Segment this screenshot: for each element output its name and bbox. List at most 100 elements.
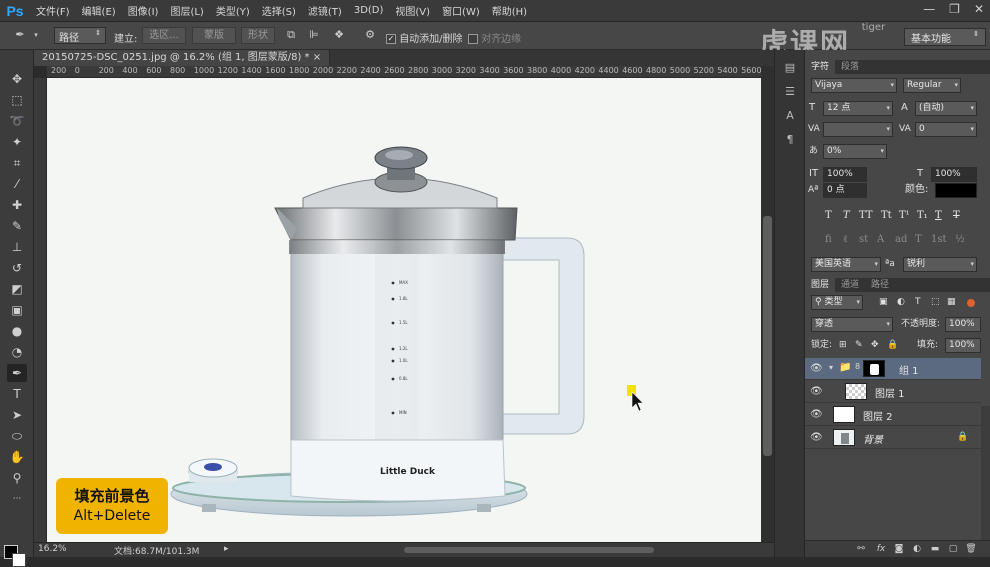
layer-thumbnail[interactable]	[845, 383, 867, 400]
close-tab-icon[interactable]: ×	[313, 52, 321, 63]
layer-row-background[interactable]: 👁 背景 🔒	[805, 427, 981, 449]
background-color-swatch[interactable]	[12, 553, 26, 567]
character-panel-icon[interactable]: A	[782, 108, 798, 124]
lock-pixels-icon[interactable]: ✎	[855, 338, 863, 352]
text-color-swatch[interactable]	[935, 183, 977, 198]
filter-type-icon[interactable]: T	[915, 295, 921, 309]
lock-transparent-icon[interactable]: ⊞	[839, 338, 847, 352]
lasso-tool-icon[interactable]: ➰	[7, 112, 27, 130]
status-menu-icon[interactable]: ▸	[224, 544, 229, 554]
make-shape-button[interactable]: 形状	[241, 27, 275, 44]
make-selection-button[interactable]: 选区...	[142, 27, 186, 44]
menu-type[interactable]: 类型(Y)	[210, 3, 256, 18]
chevron-down-icon[interactable]: ▾	[30, 29, 42, 41]
layers-scrollbar[interactable]	[981, 406, 990, 540]
align-edges-checkbox[interactable]	[468, 34, 478, 44]
faux-bold-button[interactable]: T	[825, 210, 832, 221]
filter-pixel-icon[interactable]: ▣	[879, 295, 888, 309]
tab-paragraph[interactable]: 段落	[835, 60, 865, 74]
layer-thumbnail[interactable]	[833, 429, 855, 446]
menu-3d[interactable]: 3D(D)	[348, 5, 390, 16]
faux-italic-button[interactable]: T	[843, 210, 850, 221]
chain-icon[interactable]: 8	[855, 362, 860, 371]
layer-row-layer-2[interactable]: 👁 图层 2	[805, 404, 981, 426]
vertical-scroll-thumb[interactable]	[763, 216, 772, 456]
menu-filter[interactable]: 滤镜(T)	[302, 3, 348, 18]
lock-all-icon[interactable]: 🔒	[887, 338, 898, 352]
healing-brush-tool-icon[interactable]: ✚	[7, 196, 27, 214]
language-dropdown[interactable]: 美国英语 ▾	[811, 257, 881, 272]
horizontal-scale-field[interactable]: 100%	[931, 167, 977, 182]
tab-character[interactable]: 字符	[805, 60, 836, 74]
vertical-scale-field[interactable]: 100%	[823, 167, 867, 182]
trash-icon[interactable]: 🗑	[965, 543, 977, 555]
filter-adjustment-icon[interactable]: ◐	[897, 295, 905, 309]
pen-tool-preset-icon[interactable]: ✒	[14, 29, 26, 41]
all-caps-button[interactable]: TT	[859, 210, 873, 221]
filter-shape-icon[interactable]: ⬚	[931, 295, 940, 309]
font-family-field[interactable]: Vijaya ▾	[811, 78, 897, 93]
titling-alternates-button[interactable]: T	[915, 234, 922, 245]
layer-mask-thumbnail[interactable]	[863, 360, 885, 377]
menu-layer[interactable]: 图层(L)	[164, 3, 209, 18]
clone-stamp-tool-icon[interactable]: ⊥	[7, 238, 27, 256]
layer-row-layer-1[interactable]: 👁 图层 1	[805, 381, 981, 403]
align-edges-option[interactable]: 对齐边缘	[468, 30, 521, 45]
auto-add-delete-option[interactable]: ✓ 自动添加/删除	[386, 30, 463, 45]
stylistic-alternates-button[interactable]: ad	[895, 234, 907, 245]
chevron-down-icon[interactable]: ▾	[829, 363, 833, 372]
tab-channels[interactable]: 通道	[835, 278, 865, 292]
menu-file[interactable]: 文件(F)	[30, 3, 76, 18]
history-panel-icon[interactable]: ▤	[782, 60, 798, 76]
subscript-button[interactable]: T₁	[917, 210, 928, 221]
layer-style-icon[interactable]: fx	[875, 543, 887, 555]
leading-field[interactable]: (自动) ▾	[915, 101, 977, 116]
path-arrangement-icon[interactable]: ❖	[333, 29, 345, 41]
ordinals-button[interactable]: 1st	[931, 234, 947, 245]
old-style-button[interactable]: ℓ	[843, 234, 848, 245]
layer-row-group-1[interactable]: 👁 ▾ 📁 8 组 1	[805, 358, 981, 380]
tab-layers[interactable]: 图层	[805, 278, 836, 292]
brush-tool-icon[interactable]: ✎	[7, 217, 27, 235]
layer-filter-dropdown[interactable]: ⚲ 类型 ▾	[811, 295, 863, 310]
superscript-button[interactable]: T¹	[899, 210, 910, 221]
eye-icon[interactable]: 👁	[810, 386, 823, 398]
horizontal-scroll-thumb[interactable]	[404, 547, 654, 553]
hand-tool-icon[interactable]: ✋	[7, 448, 27, 466]
font-style-field[interactable]: Regular ▾	[903, 78, 961, 93]
eye-icon[interactable]: 👁	[810, 363, 823, 375]
adjustment-layer-icon[interactable]: ◐	[911, 543, 923, 555]
paragraph-panel-icon[interactable]: ¶	[782, 132, 798, 148]
fill-field[interactable]: 100%	[945, 338, 981, 353]
tool-mode-dropdown[interactable]: 路径 ⇕	[54, 27, 106, 44]
layer-thumbnail[interactable]	[833, 406, 855, 423]
zoom-tool-icon[interactable]: ⚲	[7, 469, 27, 487]
document-tab[interactable]: 20150725-DSC_0251.jpg @ 16.2% (组 1, 图层蒙版…	[34, 50, 331, 66]
menu-select[interactable]: 选择(S)	[256, 3, 302, 18]
blend-mode-dropdown[interactable]: 穿透 ▾	[811, 317, 893, 332]
image-canvas[interactable]: MAX 1.8L 1.5L 1.2L 1.0L 0.8L MIN Little …	[47, 78, 761, 542]
new-group-icon[interactable]: ▬	[929, 543, 941, 555]
more-tools-icon[interactable]: ···	[7, 490, 27, 508]
path-selection-tool-icon[interactable]: ➤	[7, 406, 27, 424]
close-icon[interactable]: ✕	[974, 2, 984, 16]
properties-panel-icon[interactable]: ☰	[782, 84, 798, 100]
font-size-field[interactable]: 12 点 ▾	[823, 101, 893, 116]
eye-icon[interactable]: 👁	[810, 409, 823, 421]
eraser-tool-icon[interactable]: ◩	[7, 280, 27, 298]
new-layer-icon[interactable]: ▢	[947, 543, 959, 555]
kerning-field[interactable]: ▾	[823, 122, 893, 137]
zoom-level[interactable]: 16.2%	[38, 544, 67, 554]
restore-icon[interactable]: ❐	[949, 2, 960, 16]
pen-tool-icon[interactable]: ✒	[7, 364, 27, 382]
tracking-field[interactable]: 0 ▾	[915, 122, 977, 137]
tab-paths[interactable]: 路径	[865, 278, 895, 292]
move-tool-icon[interactable]: ✥	[7, 70, 27, 88]
eye-icon[interactable]: 👁	[810, 432, 823, 444]
history-brush-tool-icon[interactable]: ↺	[7, 259, 27, 277]
swash-button[interactable]: A	[877, 234, 884, 245]
lock-position-icon[interactable]: ✥	[871, 338, 879, 352]
menu-view[interactable]: 视图(V)	[389, 3, 436, 18]
strikethrough-button[interactable]: T	[953, 210, 960, 221]
add-mask-icon[interactable]: ◙	[893, 543, 905, 555]
